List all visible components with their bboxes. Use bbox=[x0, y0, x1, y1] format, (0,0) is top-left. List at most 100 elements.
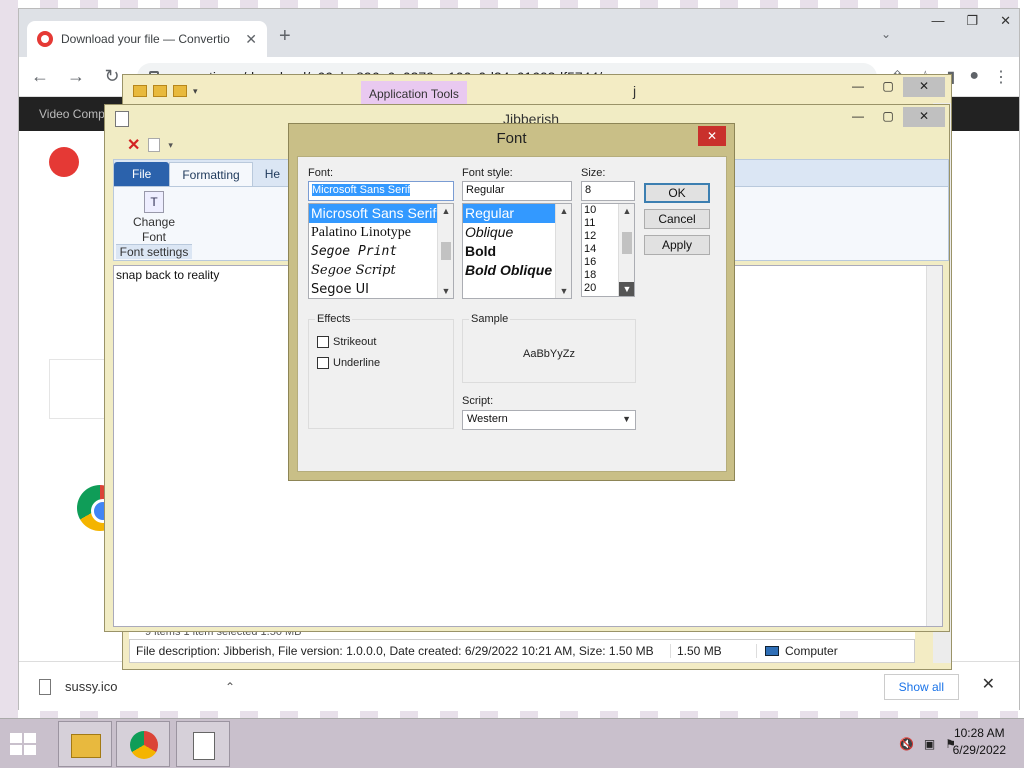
delete-icon[interactable]: ✕ bbox=[127, 135, 140, 155]
size-input[interactable]: 8 bbox=[581, 181, 635, 201]
close-icon[interactable]: ✕ bbox=[1000, 13, 1011, 29]
reload-icon[interactable]: ↻ bbox=[101, 66, 123, 87]
list-item[interactable]: Microsoft Sans Serif bbox=[309, 204, 453, 223]
chevron-up-icon[interactable]: ⌃ bbox=[225, 680, 235, 694]
dialog-close-icon[interactable]: ✕ bbox=[698, 126, 726, 146]
size-list-scrollbar[interactable]: ▲ ▼ bbox=[618, 204, 634, 296]
font-settings-group: T Change Font Font settings bbox=[116, 189, 192, 259]
chrome-window-controls: — ❐ ✕ bbox=[931, 13, 1011, 29]
font-style-input[interactable]: Regular bbox=[462, 181, 572, 201]
chrome-taskbar-icon[interactable] bbox=[116, 721, 170, 767]
notepad-app-icon bbox=[115, 111, 129, 127]
scroll-down-icon[interactable]: ▼ bbox=[438, 284, 453, 298]
tab-help[interactable]: He bbox=[253, 162, 292, 186]
editor-scrollbar[interactable] bbox=[926, 266, 942, 626]
chrome-tab-bar: Download your file — Convertio ✕ + ⌄ — ❐… bbox=[19, 9, 1019, 57]
new-folder-icon[interactable] bbox=[173, 85, 187, 97]
scroll-down-icon[interactable]: ▼ bbox=[556, 284, 571, 298]
group-label: Font settings bbox=[116, 244, 192, 259]
windows-start-icon[interactable] bbox=[10, 733, 36, 755]
maximize-icon[interactable]: ❐ bbox=[966, 13, 978, 29]
status-location-label: Computer bbox=[785, 644, 838, 658]
apply-button[interactable]: Apply bbox=[644, 235, 710, 255]
cancel-button[interactable]: Cancel bbox=[644, 209, 710, 229]
underline-checkbox[interactable]: Underline bbox=[317, 357, 380, 369]
quick-access-dropdown-icon[interactable]: ▾ bbox=[193, 86, 198, 97]
show-all-button[interactable]: Show all bbox=[883, 674, 959, 700]
taskbar: 🔇 ▣ ⚑ 10:28 AM 6/29/2022 bbox=[0, 718, 1024, 768]
sample-group: Sample AaBbYyZz bbox=[462, 313, 636, 383]
forward-icon[interactable]: → bbox=[65, 66, 87, 87]
editor-text: snap back to reality bbox=[116, 268, 220, 282]
folder-icon bbox=[133, 85, 147, 97]
font-name-input[interactable]: Microsoft Sans Serif bbox=[308, 181, 454, 201]
list-item[interactable]: Segoe Script bbox=[309, 261, 453, 280]
convertio-favicon-icon bbox=[37, 31, 53, 47]
tab-file[interactable]: File bbox=[114, 162, 170, 186]
maximize-icon[interactable]: ▢ bbox=[873, 77, 903, 97]
jibberish-window-controls: — ▢ ✕ bbox=[843, 107, 945, 127]
file-explorer-taskbar-icon[interactable] bbox=[58, 721, 112, 767]
site-nav-item[interactable]: Video Comp bbox=[39, 107, 105, 121]
list-item[interactable]: Palatino Linotype bbox=[309, 223, 453, 242]
script-value: Western bbox=[467, 413, 508, 425]
change-font-line1: Change bbox=[132, 215, 176, 229]
clock-date: 6/29/2022 bbox=[952, 743, 1006, 757]
font-list[interactable]: Microsoft Sans Serif Palatino Linotype S… bbox=[308, 203, 454, 299]
minimize-icon[interactable]: — bbox=[843, 107, 873, 127]
font-style-list[interactable]: Regular Oblique Bold Bold Oblique ▲ ▼ bbox=[462, 203, 572, 299]
list-item[interactable]: Segoe UI bbox=[309, 280, 453, 298]
tab-search-chevron-icon[interactable]: ⌄ bbox=[881, 27, 891, 41]
font-icon[interactable]: T bbox=[144, 191, 164, 213]
network-icon[interactable]: ▣ bbox=[924, 737, 935, 751]
scroll-up-icon[interactable]: ▲ bbox=[619, 204, 634, 218]
checkbox-box[interactable] bbox=[317, 357, 329, 369]
new-document-icon[interactable] bbox=[148, 138, 161, 152]
tab-close-icon[interactable]: ✕ bbox=[245, 31, 257, 48]
browser-tab[interactable]: Download your file — Convertio ✕ bbox=[27, 21, 267, 57]
list-item[interactable]: Segoe Print bbox=[309, 242, 453, 261]
scroll-up-icon[interactable]: ▲ bbox=[556, 204, 571, 218]
font-style-label: Font style: bbox=[462, 167, 513, 179]
explorer-window-controls: — ▢ ✕ bbox=[843, 77, 945, 97]
underline-label: Underline bbox=[333, 357, 381, 369]
size-label: Size: bbox=[581, 167, 606, 179]
new-tab-icon[interactable]: + bbox=[279, 25, 291, 48]
checkbox-box[interactable] bbox=[317, 336, 329, 348]
download-bar-close-icon[interactable]: ✕ bbox=[982, 674, 995, 694]
maximize-icon[interactable]: ▢ bbox=[873, 107, 903, 127]
file-icon bbox=[39, 678, 51, 695]
close-icon[interactable]: ✕ bbox=[903, 107, 945, 127]
scroll-up-icon[interactable]: ▲ bbox=[438, 204, 453, 218]
change-font-button[interactable]: Change Font bbox=[116, 215, 192, 245]
clock-time: 10:28 AM bbox=[953, 726, 1005, 740]
scroll-thumb[interactable] bbox=[622, 232, 632, 254]
script-label: Script: bbox=[462, 395, 494, 407]
clock[interactable]: 10:28 AM 6/29/2022 bbox=[953, 725, 1006, 759]
minimize-icon[interactable]: — bbox=[843, 77, 873, 97]
sample-text: AaBbYyZz bbox=[523, 348, 575, 360]
minimize-icon[interactable]: — bbox=[931, 13, 944, 29]
jibberish-taskbar-icon[interactable] bbox=[176, 721, 230, 767]
profile-icon[interactable]: ● bbox=[969, 67, 979, 87]
system-tray: 🔇 ▣ ⚑ bbox=[899, 737, 956, 751]
volume-muted-icon[interactable]: 🔇 bbox=[899, 737, 914, 751]
download-file-name[interactable]: sussy.ico bbox=[65, 679, 225, 694]
strikeout-checkbox[interactable]: Strikeout bbox=[317, 336, 376, 348]
change-font-line2: Font bbox=[141, 230, 166, 244]
scroll-down-icon[interactable]: ▼ bbox=[619, 282, 634, 296]
tab-formatting[interactable]: Formatting bbox=[169, 162, 253, 186]
quick-access-toolbar: ✕ ▾ bbox=[127, 135, 173, 155]
font-name-value: Microsoft Sans Serif bbox=[312, 184, 411, 196]
back-icon[interactable]: ← bbox=[29, 66, 51, 87]
quick-access-dropdown-icon[interactable]: ▾ bbox=[168, 140, 173, 151]
menu-icon[interactable]: ⋮ bbox=[993, 67, 1009, 87]
size-list[interactable]: 10 11 12 14 16 18 20 ▲ ▼ bbox=[581, 203, 635, 297]
font-list-scrollbar[interactable]: ▲ ▼ bbox=[437, 204, 453, 298]
properties-icon[interactable] bbox=[153, 85, 167, 97]
close-icon[interactable]: ✕ bbox=[903, 77, 945, 97]
scroll-thumb[interactable] bbox=[441, 242, 451, 260]
font-style-scrollbar[interactable]: ▲ ▼ bbox=[555, 204, 571, 298]
script-select[interactable]: Western ▼ bbox=[462, 410, 636, 430]
ok-button[interactable]: OK bbox=[644, 183, 710, 203]
